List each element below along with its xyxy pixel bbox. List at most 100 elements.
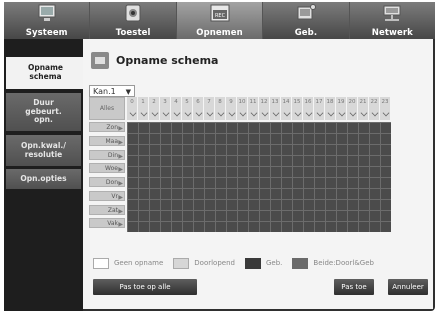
hour-header-cell[interactable]: 7 (204, 97, 215, 120)
hour-header-cell[interactable]: 12 (259, 97, 270, 120)
hour-label: 10 (238, 99, 246, 105)
hour-header-cell[interactable]: 14 (281, 97, 292, 120)
hour-header-cell[interactable]: 19 (336, 97, 347, 120)
hour-label: 13 (271, 99, 279, 105)
checkmark-icon (327, 109, 335, 117)
apply-button[interactable]: Pas toe (334, 279, 374, 295)
hour-header-cell[interactable]: 4 (171, 97, 182, 120)
tab-toestel[interactable]: Toestel (90, 2, 177, 39)
svg-text:REC: REC (214, 13, 225, 19)
hour-header-cell[interactable]: 10 (237, 97, 248, 120)
hour-header-cell[interactable]: 1 (138, 97, 149, 120)
hour-label: 21 (359, 99, 367, 105)
arrow-right-icon: ▶ (118, 152, 123, 160)
tab-label: Toestel (115, 28, 151, 38)
day-row-button[interactable]: Zon ▶ (89, 122, 125, 132)
day-row-button[interactable]: Woe ▶ (89, 163, 125, 174)
apply-all-button[interactable]: Pas toe op alle (93, 279, 197, 295)
arrow-right-icon: ▶ (118, 207, 123, 215)
hour-header-cell[interactable]: 0 (127, 97, 138, 120)
select-all-button[interactable]: Alles (89, 97, 125, 120)
legend: Geen opname Doorlopend Geb. Beide:Doorl&… (93, 257, 384, 269)
legend-swatch (173, 257, 190, 269)
sidebar-item-label: Opn.kwal./ resolutie (20, 140, 67, 159)
tab-netwerk[interactable]: Netwerk (349, 2, 436, 39)
checkmark-icon (162, 109, 170, 117)
hour-header-cell[interactable]: 17 (314, 97, 325, 120)
tab-geb[interactable]: Geb. (263, 2, 350, 39)
legend-swatch (244, 257, 261, 269)
checkmark-icon (360, 109, 368, 117)
sidebar-item-opname-schema[interactable]: Opname schema (6, 57, 85, 89)
day-row-button[interactable]: Vak ▶ (89, 218, 125, 229)
hour-header-cell[interactable]: 20 (347, 97, 358, 120)
hour-header-cell[interactable]: 2 (149, 97, 160, 120)
legend-label: Geb. (265, 259, 283, 267)
sidebar-item-label: Opname schema (27, 63, 64, 81)
page-title: Opname schema (116, 53, 219, 67)
tab-opnemen[interactable]: REC Opnemen (176, 2, 264, 39)
checkmark-icon (228, 109, 236, 117)
hour-label: 9 (229, 99, 233, 105)
legend-item: Beide:Doorl&Geb (292, 257, 374, 269)
checkmark-icon (272, 109, 280, 117)
arrow-right-icon: ▶ (118, 193, 123, 201)
checkmark-icon (195, 109, 203, 117)
cancel-button[interactable]: Annuleer (388, 279, 428, 295)
day-label: Woe (105, 165, 118, 173)
checkmark-icon (184, 109, 192, 117)
hour-header-cell[interactable]: 3 (160, 97, 171, 120)
hour-header-cell[interactable]: 23 (380, 97, 391, 120)
hour-label: 17 (315, 99, 323, 105)
arrow-right-icon: ▶ (118, 138, 123, 146)
checkmark-icon (283, 109, 291, 117)
hour-header-cell[interactable]: 16 (303, 97, 314, 120)
checkmark-icon (338, 109, 346, 117)
day-label: Maa (105, 137, 118, 145)
hour-label: 20 (348, 99, 356, 105)
day-row-button[interactable]: Maa ▶ (89, 135, 125, 146)
legend-label: Doorlopend (194, 259, 235, 267)
legend-swatch (292, 257, 309, 269)
day-row-button[interactable]: Zat ▶ (89, 204, 125, 215)
camera-icon (125, 4, 141, 22)
channel-select[interactable]: Kan.1 ▼ (89, 85, 135, 97)
event-icon (297, 4, 316, 20)
hour-header-cell[interactable]: 6 (193, 97, 204, 120)
hour-label: 8 (218, 99, 222, 105)
sidebar-item-opn-kwal-resolutie[interactable]: Opn.kwal./ resolutie (6, 135, 81, 166)
day-row-button[interactable]: Vr ▶ (89, 190, 125, 201)
day-row-button[interactable]: Don ▶ (89, 177, 125, 187)
hour-header-cell[interactable]: 18 (325, 97, 336, 120)
day-label: Vr (111, 192, 118, 200)
checkmark-icon (151, 109, 159, 117)
checkmark-icon (349, 109, 357, 117)
hour-header-cell[interactable]: 11 (248, 97, 259, 120)
hour-label: 0 (130, 99, 134, 105)
day-label: Zat (107, 206, 118, 214)
hour-header-cell[interactable]: 15 (292, 97, 303, 120)
hour-label: 5 (185, 99, 189, 105)
hour-header-cell[interactable]: 9 (226, 97, 237, 120)
hour-label: 14 (282, 99, 290, 105)
hour-header-cell[interactable]: 8 (215, 97, 226, 120)
schedule-cells[interactable] (127, 122, 391, 232)
hour-header-row: 0 1 2 3 4 5 6 7 8 9 10 11 12 13 14 15 16 17 18 19 20 21 22 23 (127, 97, 391, 120)
top-menu-tabs: Systeem Toestel REC Opnemen Geb. Netwerk (4, 2, 436, 39)
tab-label: Netwerk (371, 28, 413, 38)
hour-label: 7 (207, 99, 211, 105)
day-label: Don (105, 179, 118, 186)
day-row-button[interactable]: Din ▶ (89, 149, 125, 160)
checkmark-icon (250, 109, 258, 117)
hour-header-cell[interactable]: 5 (182, 97, 193, 120)
sidebar-item-duur-gebeurt-opn[interactable]: Duur gebeurt. opn. (6, 93, 81, 131)
hour-header-cell[interactable]: 13 (270, 97, 281, 120)
hour-label: 12 (260, 99, 268, 105)
channel-select-value: Kan.1 (93, 87, 116, 96)
tab-systeem[interactable]: Systeem (4, 2, 91, 39)
main-panel: Opname schema Kan.1 ▼ Alles 0 1 2 3 4 5 6 7 8 9 10… (83, 39, 433, 309)
sidebar-item-opn-opties[interactable]: Opn.opties (6, 169, 81, 189)
rec-icon: REC (210, 4, 230, 22)
hour-header-cell[interactable]: 22 (369, 97, 380, 120)
hour-header-cell[interactable]: 21 (358, 97, 369, 120)
